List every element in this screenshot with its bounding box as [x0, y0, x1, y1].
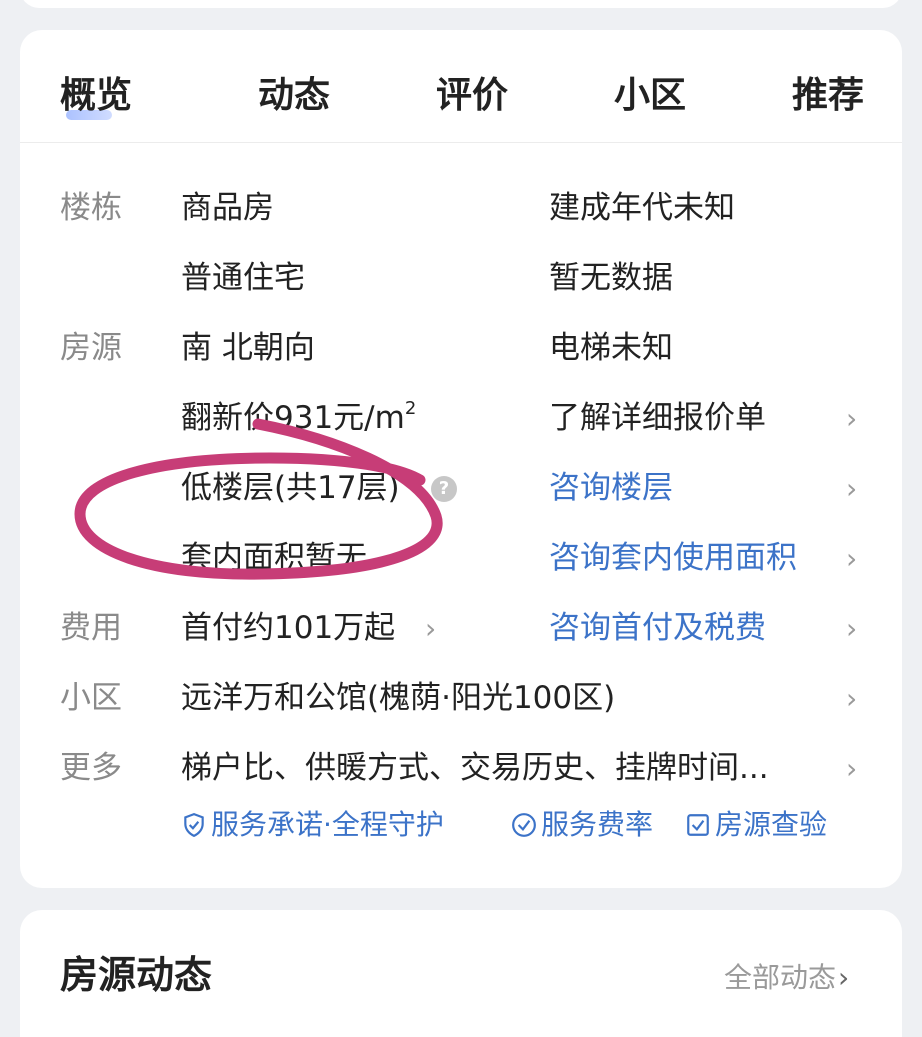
orientation-value: 南 北朝向 [181, 330, 315, 366]
listing-activity-card: 房源动态 全部动态› [20, 910, 902, 1037]
row-fees[interactable]: 费用 首付约101万起 › 咨询首付及税费 › [20, 608, 902, 678]
tab-bar: 概览 动态 评价 小区 推荐 [20, 30, 902, 143]
no-data-value: 暂无数据 [549, 260, 673, 296]
previous-card [20, 0, 902, 8]
detail-card: 概览 动态 评价 小区 推荐 楼栋 商品房 建成年代未知 普通住宅 暂无数据 房… [20, 30, 902, 888]
elevator-value: 电梯未知 [549, 330, 673, 366]
renovation-price-text: 翻新价931元/m [181, 400, 405, 436]
tab-recommend[interactable]: 推荐 [792, 74, 864, 118]
check-square-icon [687, 814, 709, 836]
row-residence: 普通住宅 暂无数据 [20, 258, 902, 328]
more-items-link[interactable]: 梯户比、供暖方式、交易历史、挂牌时间... [181, 748, 769, 788]
row-inner-area[interactable]: 套内面积暂无 咨询套内使用面积 › [20, 538, 902, 608]
consult-inner-area-link[interactable]: 咨询套内使用面积 [549, 538, 797, 578]
listing-inspection-link[interactable]: 房源查验 [685, 805, 827, 845]
chevron-right-icon[interactable]: › [425, 611, 436, 647]
service-promise-label: 服务承诺·全程守护 [211, 808, 444, 841]
section-title: 房源动态 [60, 953, 213, 997]
tab-community[interactable]: 小区 [614, 74, 686, 118]
page: 概览 动态 评价 小区 推荐 楼栋 商品房 建成年代未知 普通住宅 暂无数据 房… [0, 0, 922, 1037]
service-fee-link[interactable]: 服务费率 [511, 805, 653, 845]
tab-reviews[interactable]: 评价 [436, 74, 508, 118]
all-activity-link[interactable]: 全部动态› [724, 958, 849, 998]
listing-inspection-label: 房源查验 [715, 808, 828, 841]
renovation-price-unit-sup: 2 [404, 398, 417, 419]
chevron-right-icon[interactable]: › [846, 681, 857, 717]
row-building: 楼栋 商品房 建成年代未知 [20, 188, 902, 258]
more-label: 更多 [60, 750, 122, 786]
tab-activity[interactable]: 动态 [258, 74, 330, 118]
build-year: 建成年代未知 [549, 190, 735, 226]
all-activity-label: 全部动态 [724, 961, 837, 994]
consult-down-payment-link[interactable]: 咨询首付及税费 [549, 608, 766, 648]
row-renovation[interactable]: 翻新价931元/m2 了解详细报价单 › [20, 398, 902, 468]
chevron-right-icon[interactable]: › [846, 611, 857, 647]
community-label: 小区 [60, 680, 122, 716]
tab-divider [20, 142, 902, 143]
tab-overview[interactable]: 概览 [60, 74, 132, 118]
service-links: 服务承诺·全程守护 服务费率 房源查验 [181, 805, 881, 845]
service-fee-label: 服务费率 [541, 808, 654, 841]
check-circle-icon [512, 813, 536, 837]
residence-type: 普通住宅 [181, 260, 305, 296]
chevron-right-icon[interactable]: › [846, 401, 857, 437]
chevron-right-icon[interactable]: › [846, 541, 857, 577]
building-label: 楼栋 [60, 190, 122, 226]
row-floor[interactable]: 低楼层(共17层) ? 咨询楼层 › [20, 468, 902, 538]
listing-label: 房源 [60, 330, 122, 366]
shield-icon [184, 813, 204, 838]
building-type: 商品房 [181, 190, 274, 226]
community-name-link[interactable]: 远洋万和公馆(槐荫·阳光100区) [181, 678, 615, 718]
inner-area-value: 套内面积暂无 [181, 540, 367, 576]
row-orientation: 房源 南 北朝向 电梯未知 [20, 328, 902, 398]
consult-floor-link[interactable]: 咨询楼层 [549, 468, 673, 508]
fees-label: 费用 [60, 610, 122, 646]
service-promise-link[interactable]: 服务承诺·全程守护 [181, 805, 444, 845]
chevron-right-icon[interactable]: › [846, 471, 857, 507]
chevron-right-icon: › [838, 961, 850, 994]
help-icon[interactable]: ? [431, 476, 457, 502]
renovation-price: 翻新价931元/m2 [181, 398, 416, 438]
chevron-right-icon[interactable]: › [846, 751, 857, 787]
floor-level: 低楼层(共17层) [181, 470, 400, 506]
price-detail-link[interactable]: 了解详细报价单 [549, 398, 766, 438]
row-community[interactable]: 小区 远洋万和公馆(槐荫·阳光100区) › [20, 678, 902, 748]
down-payment-link[interactable]: 首付约101万起 [181, 608, 395, 648]
